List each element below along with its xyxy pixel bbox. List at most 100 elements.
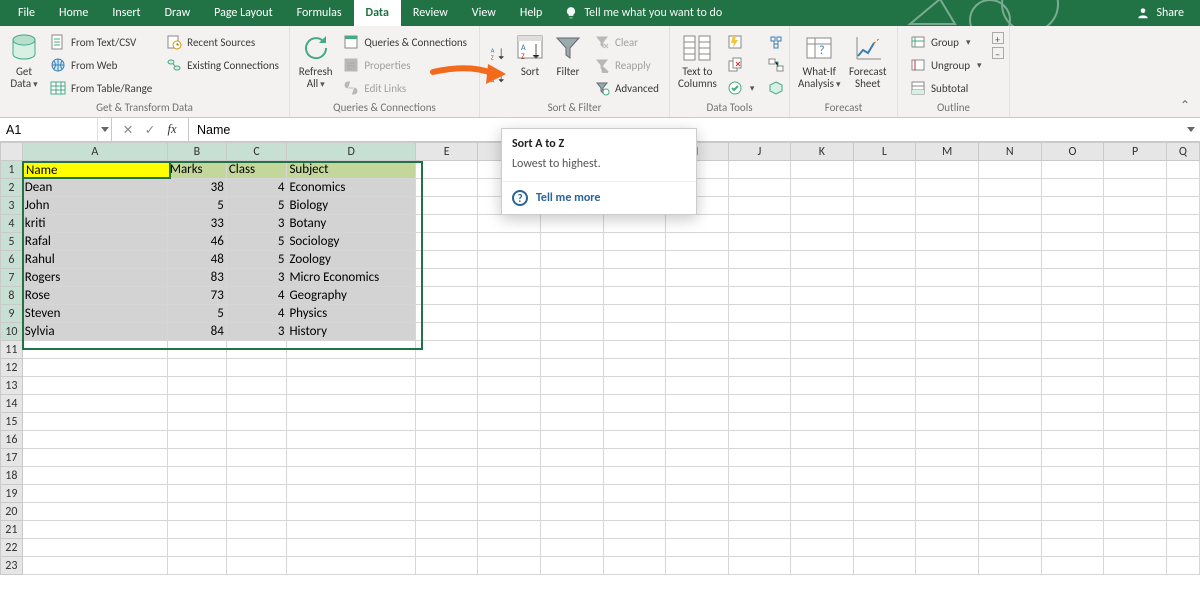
cell[interactable] xyxy=(1041,521,1104,539)
ribbon-collapse-button[interactable]: ⌃ xyxy=(1180,98,1190,113)
cell[interactable] xyxy=(916,467,979,485)
cell[interactable]: 5 xyxy=(226,197,287,215)
cell[interactable] xyxy=(603,269,666,287)
row-header[interactable]: 1 xyxy=(1,161,23,179)
row-header[interactable]: 21 xyxy=(1,521,23,539)
cell[interactable] xyxy=(1104,521,1167,539)
cell[interactable] xyxy=(791,179,854,197)
cell[interactable] xyxy=(478,269,541,287)
col-header-Q[interactable]: Q xyxy=(1166,143,1199,161)
cell[interactable]: 5 xyxy=(167,305,226,323)
cell[interactable] xyxy=(540,431,603,449)
cell[interactable] xyxy=(1104,359,1167,377)
cell[interactable] xyxy=(728,341,790,359)
cell[interactable] xyxy=(1166,557,1199,575)
cell[interactable] xyxy=(478,521,541,539)
cell[interactable] xyxy=(1166,485,1199,503)
cell[interactable] xyxy=(728,269,790,287)
cell[interactable] xyxy=(666,233,728,251)
cell[interactable] xyxy=(728,305,790,323)
row-header[interactable]: 7 xyxy=(1,269,23,287)
cell[interactable] xyxy=(415,305,478,323)
cell[interactable] xyxy=(22,413,167,431)
cell[interactable]: 5 xyxy=(167,197,226,215)
cell[interactable] xyxy=(478,467,541,485)
cell[interactable] xyxy=(853,359,916,377)
cell[interactable] xyxy=(853,413,916,431)
cell[interactable] xyxy=(916,341,979,359)
cell[interactable] xyxy=(853,233,916,251)
cell[interactable] xyxy=(1104,215,1167,233)
cell[interactable] xyxy=(540,377,603,395)
cell[interactable]: Sociology xyxy=(287,233,415,251)
cell[interactable] xyxy=(415,521,478,539)
cell[interactable] xyxy=(853,251,916,269)
cell[interactable] xyxy=(791,413,854,431)
cell[interactable] xyxy=(167,341,226,359)
row-header[interactable]: 15 xyxy=(1,413,23,431)
cell[interactable] xyxy=(853,269,916,287)
cell[interactable] xyxy=(167,557,226,575)
enter-formula-button[interactable]: ✓ xyxy=(140,120,160,140)
cell[interactable] xyxy=(666,305,728,323)
cell[interactable] xyxy=(1166,323,1199,341)
cell[interactable] xyxy=(415,251,478,269)
cell[interactable] xyxy=(1041,215,1104,233)
cell[interactable] xyxy=(791,251,854,269)
row-header[interactable]: 11 xyxy=(1,341,23,359)
cell[interactable] xyxy=(167,485,226,503)
cell[interactable] xyxy=(1104,251,1167,269)
cell[interactable] xyxy=(22,467,167,485)
cell[interactable] xyxy=(1041,359,1104,377)
cell[interactable] xyxy=(287,449,415,467)
cell[interactable] xyxy=(167,539,226,557)
cell[interactable] xyxy=(1041,305,1104,323)
cell[interactable] xyxy=(1041,431,1104,449)
cell[interactable] xyxy=(603,341,666,359)
cell[interactable] xyxy=(853,287,916,305)
row-header[interactable]: 10 xyxy=(1,323,23,341)
col-header-L[interactable]: L xyxy=(853,143,916,161)
cell[interactable] xyxy=(603,287,666,305)
from-web-button[interactable]: From Web xyxy=(46,55,156,75)
cell[interactable]: 4 xyxy=(226,305,287,323)
cell[interactable] xyxy=(603,557,666,575)
cell[interactable] xyxy=(791,305,854,323)
cell[interactable] xyxy=(22,341,167,359)
cell[interactable] xyxy=(540,521,603,539)
consolidate-button[interactable] xyxy=(764,32,788,52)
cell[interactable] xyxy=(287,521,415,539)
cell[interactable] xyxy=(1166,161,1199,179)
cell[interactable]: 4 xyxy=(226,287,287,305)
cell[interactable] xyxy=(728,323,790,341)
cell[interactable] xyxy=(167,503,226,521)
cell[interactable] xyxy=(540,341,603,359)
cell[interactable] xyxy=(916,413,979,431)
cell[interactable] xyxy=(540,485,603,503)
cell[interactable] xyxy=(978,485,1041,503)
cell[interactable]: Economics xyxy=(287,179,415,197)
cell[interactable] xyxy=(287,413,415,431)
cell[interactable] xyxy=(226,359,287,377)
cell[interactable] xyxy=(287,377,415,395)
cell[interactable] xyxy=(540,539,603,557)
cell[interactable] xyxy=(916,449,979,467)
cell[interactable] xyxy=(603,449,666,467)
cell[interactable] xyxy=(603,395,666,413)
cell[interactable] xyxy=(540,413,603,431)
cell[interactable] xyxy=(478,323,541,341)
cell[interactable]: 46 xyxy=(167,233,226,251)
cell[interactable] xyxy=(603,431,666,449)
forecast-sheet-button[interactable]: ForecastSheet xyxy=(847,30,890,101)
cell[interactable]: 3 xyxy=(226,323,287,341)
cell[interactable] xyxy=(415,197,478,215)
cell[interactable] xyxy=(1104,305,1167,323)
cell[interactable] xyxy=(540,359,603,377)
cell[interactable] xyxy=(853,395,916,413)
cell[interactable] xyxy=(666,341,728,359)
cell[interactable] xyxy=(791,161,854,179)
cell[interactable] xyxy=(1041,467,1104,485)
cell[interactable] xyxy=(603,521,666,539)
cell[interactable]: Rahul xyxy=(22,251,167,269)
cell[interactable]: 3 xyxy=(226,269,287,287)
